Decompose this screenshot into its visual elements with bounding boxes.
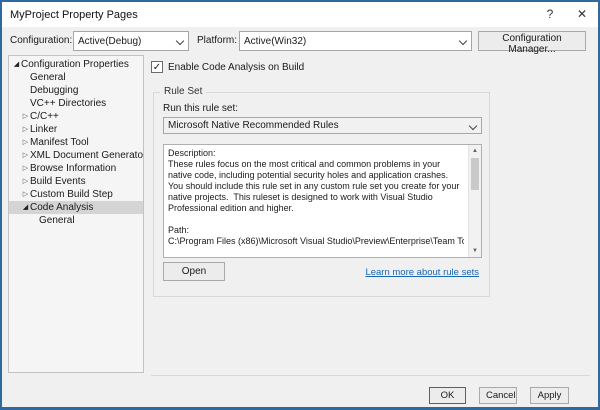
ok-button[interactable]: OK bbox=[429, 387, 466, 404]
rule-set-dropdown[interactable]: Microsoft Native Recommended Rules bbox=[163, 117, 482, 134]
configuration-value: Active(Debug) bbox=[78, 36, 176, 47]
tree-item-label: Debugging bbox=[30, 84, 78, 97]
tree-item-label: Browse Information bbox=[30, 162, 116, 175]
path-label: Path: bbox=[168, 225, 464, 236]
tree-expander-collapsed-icon[interactable]: ▷ bbox=[21, 188, 30, 201]
tree-expander-collapsed-icon[interactable]: ▷ bbox=[21, 110, 30, 123]
configuration-tree: ◢ Configuration Properties General Debug… bbox=[8, 55, 144, 373]
scroll-down-icon[interactable]: ▼ bbox=[469, 245, 481, 257]
description-scrollbar[interactable]: ▲ ▼ bbox=[468, 145, 481, 257]
run-rule-set-label: Run this rule set: bbox=[163, 103, 238, 114]
tree-item-label: General bbox=[30, 71, 66, 84]
rule-set-groupbox: Rule Set Run this rule set: Microsoft Na… bbox=[153, 92, 490, 297]
chevron-down-icon bbox=[459, 37, 467, 45]
description-paragraph: These rules focus on the most critical a… bbox=[168, 159, 464, 214]
enable-code-analysis-checkbox[interactable]: ✓ bbox=[151, 61, 163, 73]
close-icon[interactable]: ✕ bbox=[566, 3, 598, 26]
rule-set-value: Microsoft Native Recommended Rules bbox=[168, 120, 469, 131]
tree-item-label: XML Document Generator bbox=[30, 149, 144, 162]
chevron-down-icon bbox=[469, 122, 477, 130]
tree-item-label: Custom Build Step bbox=[30, 188, 113, 201]
description-label: Description: bbox=[168, 148, 464, 159]
tree-expander-collapsed-icon[interactable]: ▷ bbox=[21, 175, 30, 188]
tree-expander-collapsed-icon[interactable]: ▷ bbox=[21, 149, 30, 162]
tree-item-label: Manifest Tool bbox=[30, 136, 89, 149]
tree-item-linker[interactable]: ▷ Linker bbox=[9, 123, 143, 136]
footer-separator bbox=[151, 375, 590, 376]
tree-item-configuration-properties[interactable]: ◢ Configuration Properties bbox=[9, 58, 143, 71]
chevron-down-icon bbox=[176, 37, 184, 45]
platform-label: Platform: bbox=[197, 31, 237, 51]
scrollbar-thumb[interactable] bbox=[471, 158, 479, 190]
tree-expander-expanded-icon[interactable]: ◢ bbox=[21, 201, 30, 214]
tree-item-code-analysis[interactable]: ◢ Code Analysis bbox=[9, 201, 143, 214]
path-value: C:\Program Files (x86)\Microsoft Visual … bbox=[168, 236, 464, 247]
learn-more-link[interactable]: Learn more about rule sets bbox=[365, 267, 479, 278]
tree-item-label: VC++ Directories bbox=[30, 97, 106, 110]
rule-set-description-box: Description: These rules focus on the mo… bbox=[163, 144, 482, 258]
tree-item-custom-build-step[interactable]: ▷ Custom Build Step bbox=[9, 188, 143, 201]
platform-dropdown[interactable]: Active(Win32) bbox=[239, 31, 472, 51]
open-button[interactable]: Open bbox=[163, 262, 225, 281]
tree-item-vcpp-directories[interactable]: VC++ Directories bbox=[9, 97, 143, 110]
configuration-dropdown[interactable]: Active(Debug) bbox=[73, 31, 189, 51]
description-spacer bbox=[168, 214, 464, 225]
rule-set-group-title: Rule Set bbox=[160, 86, 206, 97]
tree-item-label: C/C++ bbox=[30, 110, 59, 123]
tree-item-label: Configuration Properties bbox=[21, 58, 129, 71]
tree-item-label: Code Analysis bbox=[30, 201, 93, 214]
enable-code-analysis-label: Enable Code Analysis on Build bbox=[168, 62, 304, 73]
rule-set-description-text: Description: These rules focus on the mo… bbox=[164, 145, 468, 257]
tree-item-code-analysis-general[interactable]: General bbox=[9, 214, 143, 227]
tree-item-debugging[interactable]: Debugging bbox=[9, 84, 143, 97]
scroll-up-icon[interactable]: ▲ bbox=[469, 145, 481, 157]
platform-value: Active(Win32) bbox=[244, 36, 459, 47]
checkmark-icon: ✓ bbox=[153, 62, 161, 73]
tree-item-general[interactable]: General bbox=[9, 71, 143, 84]
tree-item-manifest-tool[interactable]: ▷ Manifest Tool bbox=[9, 136, 143, 149]
tree-expander-collapsed-icon[interactable]: ▷ bbox=[21, 162, 30, 175]
property-pages-dialog: MyProject Property Pages ? ✕ Configurati… bbox=[0, 0, 600, 410]
tree-expander-collapsed-icon[interactable]: ▷ bbox=[21, 123, 30, 136]
tree-item-xml-document-generator[interactable]: ▷ XML Document Generator bbox=[9, 149, 143, 162]
apply-button[interactable]: Apply bbox=[530, 387, 569, 404]
enable-code-analysis-row: ✓ Enable Code Analysis on Build bbox=[151, 61, 304, 73]
configuration-manager-button[interactable]: Configuration Manager... bbox=[478, 31, 586, 51]
help-icon[interactable]: ? bbox=[534, 3, 566, 26]
window-title: MyProject Property Pages bbox=[10, 9, 534, 21]
tree-expander-expanded-icon[interactable]: ◢ bbox=[12, 58, 21, 71]
tree-item-label: General bbox=[39, 214, 75, 227]
tree-item-label: Linker bbox=[30, 123, 57, 136]
tree-item-build-events[interactable]: ▷ Build Events bbox=[9, 175, 143, 188]
tree-expander-collapsed-icon[interactable]: ▷ bbox=[21, 136, 30, 149]
tree-item-label: Build Events bbox=[30, 175, 86, 188]
title-bar: MyProject Property Pages ? ✕ bbox=[2, 2, 598, 27]
configuration-label: Configuration: bbox=[10, 31, 72, 51]
tree-item-c-cpp[interactable]: ▷ C/C++ bbox=[9, 110, 143, 123]
configuration-row: Configuration: Active(Debug) Platform: A… bbox=[2, 31, 598, 53]
tree-item-browse-information[interactable]: ▷ Browse Information bbox=[9, 162, 143, 175]
cancel-button[interactable]: Cancel bbox=[479, 387, 517, 404]
